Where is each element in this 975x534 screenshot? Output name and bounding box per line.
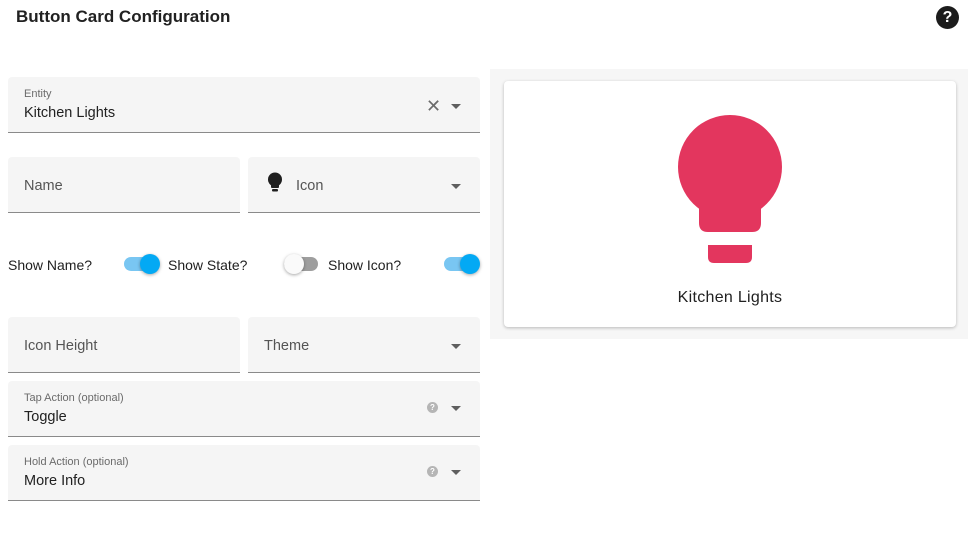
hold-action-label: Hold Action (optional) — [24, 456, 129, 468]
chevron-down-icon[interactable] — [451, 470, 461, 475]
toggle-knob — [284, 254, 304, 274]
show-state-toggle[interactable] — [284, 254, 320, 274]
toggle-knob — [140, 254, 160, 274]
icon-height-input[interactable]: Icon Height — [8, 317, 240, 373]
toggle-knob — [460, 254, 480, 274]
show-state-label: Show State? — [168, 257, 248, 273]
show-icon-label: Show Icon? — [328, 257, 402, 273]
hold-action-value: More Info — [24, 473, 86, 489]
preview-entity-name: Kitchen Lights — [677, 289, 783, 306]
show-name-toggle[interactable] — [124, 254, 160, 274]
entity-label: Entity — [24, 88, 52, 100]
button-card-config-dialog: Button Card Configuration ? Entity Kitch… — [0, 0, 975, 534]
icon-placeholder: Icon — [296, 178, 324, 194]
show-icon-toggle[interactable] — [444, 254, 480, 274]
tap-action-select[interactable]: Tap Action (optional) Toggle ? — [8, 381, 480, 437]
chevron-down-icon[interactable] — [451, 104, 461, 109]
dialog-title: Button Card Configuration — [16, 7, 231, 26]
show-name-label: Show Name? — [8, 257, 93, 273]
entity-value: Kitchen Lights — [24, 105, 116, 121]
tap-action-label: Tap Action (optional) — [24, 392, 124, 404]
button-card-preview[interactable]: Kitchen Lights — [504, 81, 956, 327]
theme-select[interactable]: Theme — [248, 317, 480, 373]
entity-picker[interactable]: Entity Kitchen Lights ✕ — [8, 77, 480, 133]
hold-action-select[interactable]: Hold Action (optional) More Info ? — [8, 445, 480, 501]
help-icon[interactable]: ? — [427, 466, 438, 477]
help-icon[interactable]: ? — [936, 6, 959, 29]
tap-action-value: Toggle — [24, 409, 67, 425]
name-input[interactable]: Name — [8, 157, 240, 213]
lightbulb-icon — [678, 115, 782, 263]
clear-icon[interactable]: ✕ — [426, 97, 441, 115]
chevron-down-icon[interactable] — [451, 406, 461, 411]
theme-placeholder: Theme — [264, 338, 310, 354]
icon-picker[interactable]: Icon — [248, 157, 480, 213]
help-icon[interactable]: ? — [427, 402, 438, 413]
name-placeholder: Name — [24, 178, 63, 194]
icon-height-placeholder: Icon Height — [24, 338, 98, 354]
lightbulb-icon — [268, 172, 282, 192]
chevron-down-icon[interactable] — [451, 344, 461, 349]
chevron-down-icon[interactable] — [451, 184, 461, 189]
